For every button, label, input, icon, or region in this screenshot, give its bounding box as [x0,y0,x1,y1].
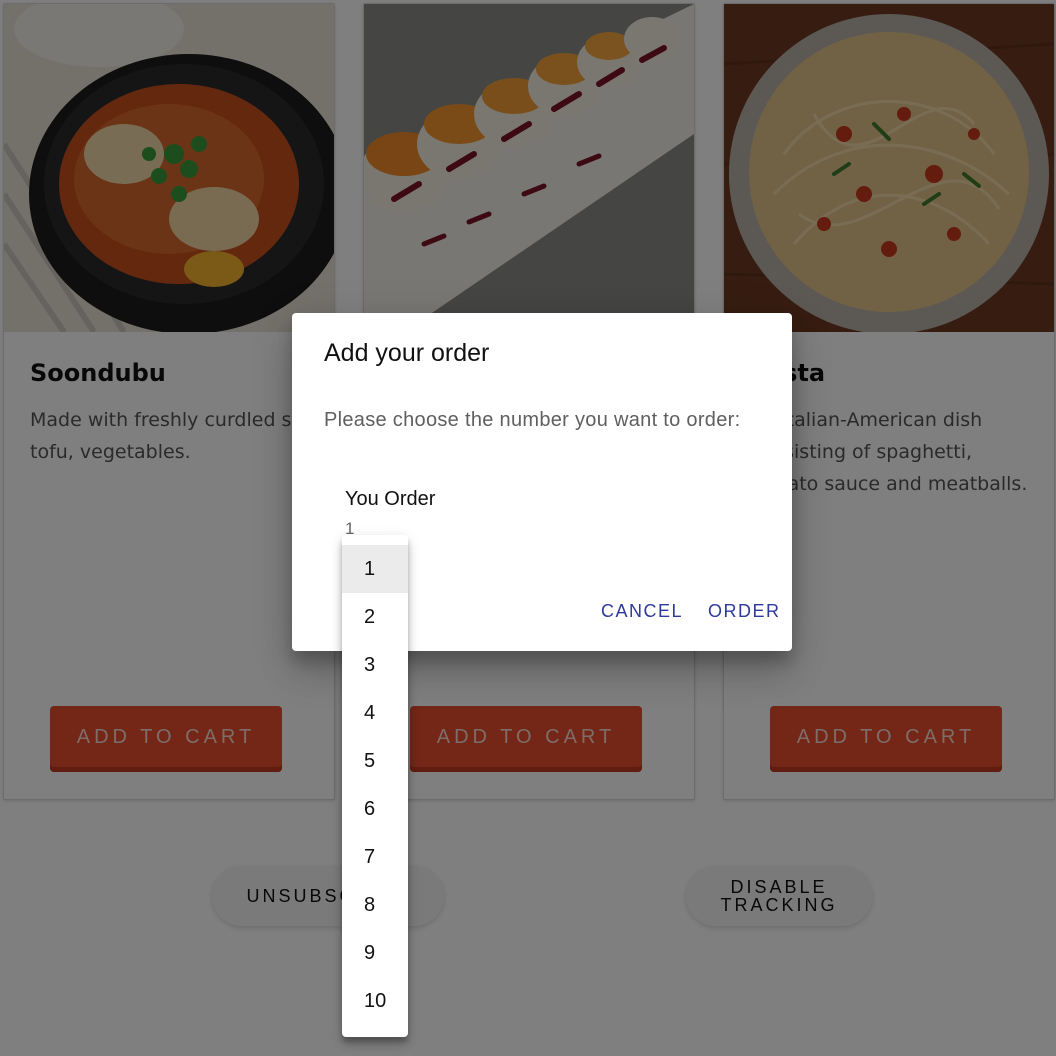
order-button[interactable]: ORDER [708,601,781,622]
order-select-label: You Order [345,488,436,510]
menu-page: Soondubu Made with freshly curdled soft … [0,0,1056,1056]
quantity-dropdown-menu: 1 2 3 4 5 6 7 8 9 10 [342,535,408,1037]
quantity-option-3[interactable]: 3 [342,641,408,689]
quantity-option-9[interactable]: 9 [342,929,408,977]
quantity-option-7[interactable]: 7 [342,833,408,881]
quantity-option-6[interactable]: 6 [342,785,408,833]
dialog-text: Please choose the number you want to ord… [324,409,741,431]
quantity-option-5[interactable]: 5 [342,737,408,785]
quantity-option-8[interactable]: 8 [342,881,408,929]
quantity-option-1[interactable]: 1 [342,545,408,593]
dialog-title: Add your order [324,339,490,367]
cancel-button[interactable]: CANCEL [601,601,683,622]
quantity-option-4[interactable]: 4 [342,689,408,737]
quantity-option-2[interactable]: 2 [342,593,408,641]
quantity-option-10[interactable]: 10 [342,977,408,1025]
